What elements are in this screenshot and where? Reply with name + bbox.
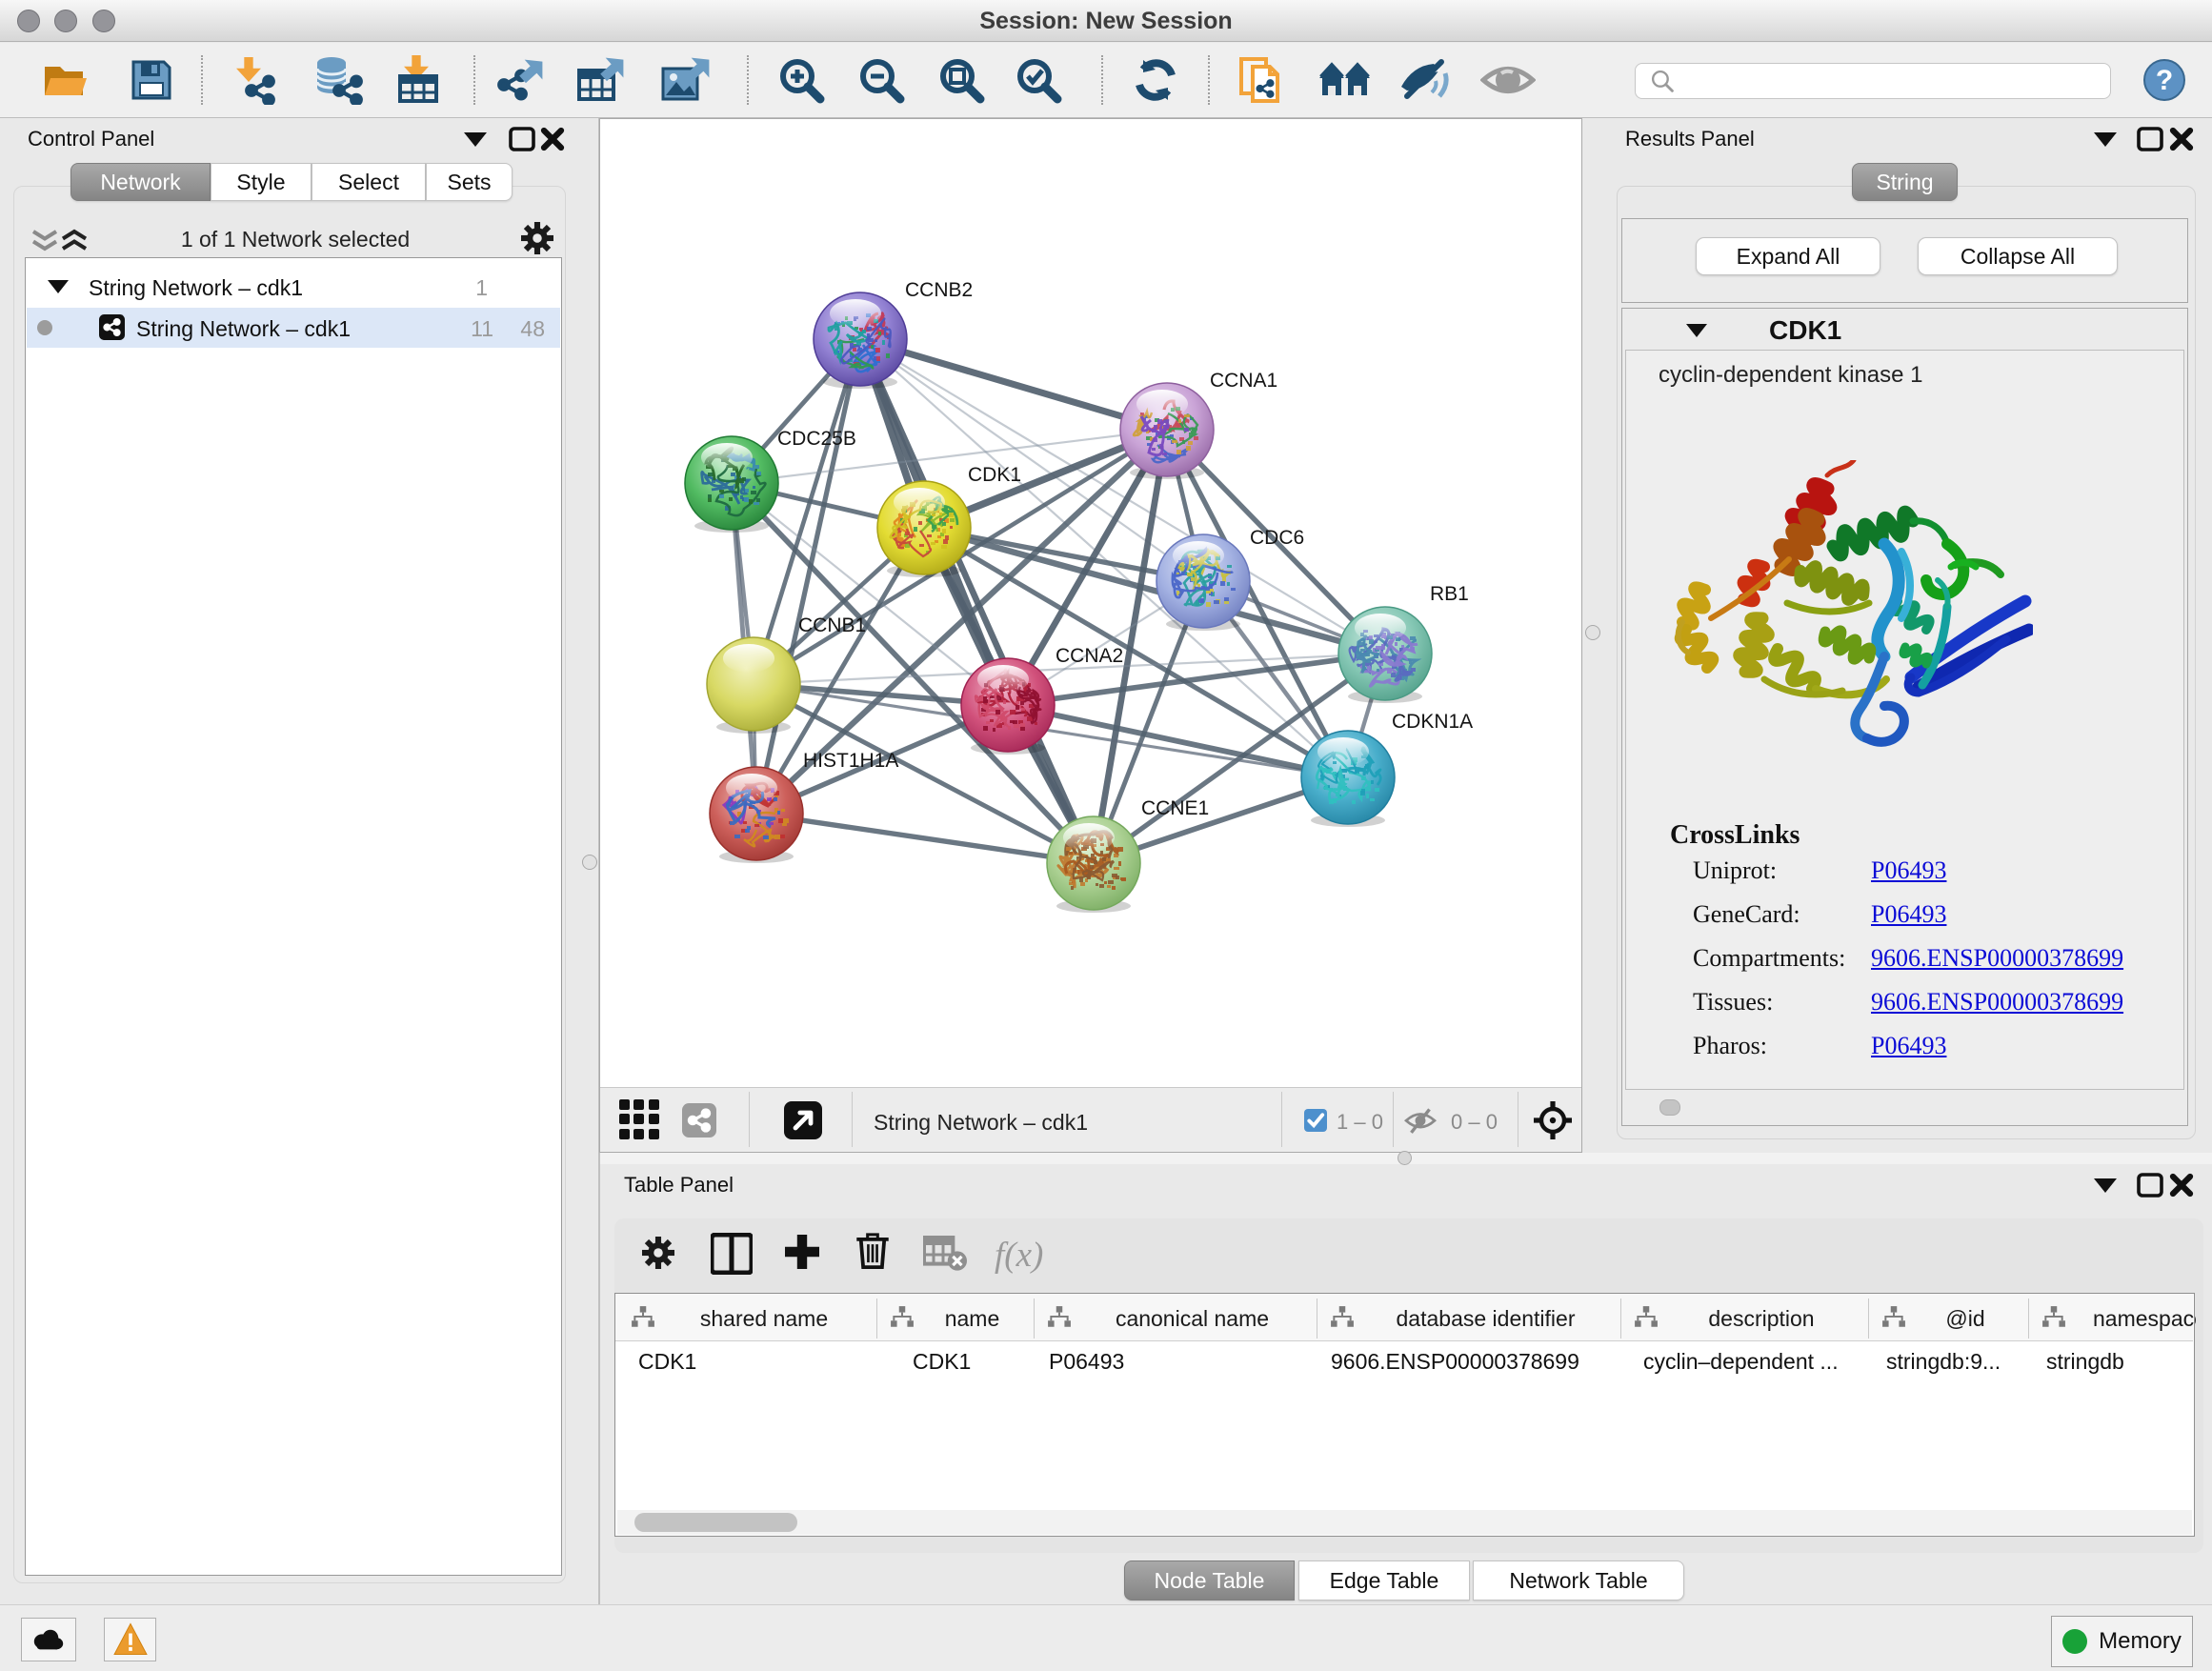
svg-text:CDC6: CDC6 [1250,527,1304,549]
svg-text:CCNA2: CCNA2 [1056,645,1123,667]
svg-text:CCNB2: CCNB2 [905,279,973,301]
svg-text:CCNE1: CCNE1 [1141,797,1209,819]
svg-text:CCNB1: CCNB1 [798,614,866,636]
svg-text:CDC25B: CDC25B [777,428,856,450]
svg-text:HIST1H1A: HIST1H1A [803,750,898,772]
svg-text:CCNA1: CCNA1 [1210,370,1277,392]
svg-text:RB1: RB1 [1430,583,1469,605]
svg-text:CDKN1A: CDKN1A [1392,711,1473,733]
svg-text:CDK1: CDK1 [968,464,1021,486]
svg-text:?: ? [2156,65,2173,96]
